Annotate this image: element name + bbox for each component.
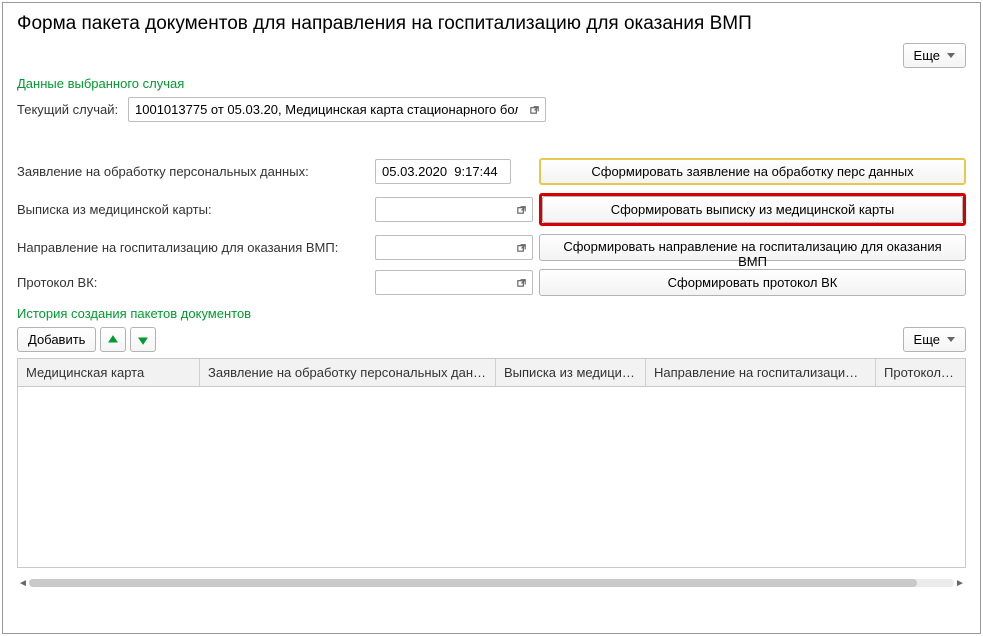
more-button-label: Еще <box>914 48 940 63</box>
open-in-new-icon <box>529 104 540 115</box>
extract-input[interactable] <box>375 197 511 222</box>
statement-input[interactable] <box>375 159 511 184</box>
referral-label: Направление на госпитализацию для оказан… <box>17 240 369 255</box>
current-case-input[interactable] <box>128 97 524 122</box>
arrow-up-icon <box>107 334 119 346</box>
history-toolbar-left: Добавить <box>17 327 156 352</box>
header-toolbar: Еще <box>3 37 980 74</box>
generate-referral-button[interactable]: Сформировать направление на госпитализац… <box>539 234 966 261</box>
open-in-new-icon <box>516 242 527 253</box>
extract-label: Выписка из медицинской карты: <box>17 202 369 217</box>
generate-protocol-button[interactable]: Сформировать протокол ВК <box>539 269 966 296</box>
app-window: Форма пакета документов для направления … <box>2 2 981 634</box>
horizontal-scrollbar[interactable]: ◄ ► <box>17 576 966 590</box>
documents-grid: Заявление на обработку персональных данн… <box>3 156 980 298</box>
protocol-label: Протокол ВК: <box>17 275 369 290</box>
extract-highlight: Сформировать выписку из медицинской карт… <box>539 193 966 226</box>
open-in-new-icon <box>516 277 527 288</box>
history-table-header: Медицинская карта Заявление на обработку… <box>18 359 965 387</box>
scroll-thumb[interactable] <box>29 579 917 587</box>
statement-button-cell: Сформировать заявление на обработку перс… <box>539 158 966 185</box>
add-button[interactable]: Добавить <box>17 327 96 352</box>
history-table-body[interactable] <box>18 387 965 567</box>
scroll-track[interactable] <box>29 579 954 587</box>
chevron-down-icon <box>947 53 955 58</box>
current-case-label: Текущий случай: <box>17 102 122 117</box>
current-case-open-button[interactable] <box>524 97 546 122</box>
col-referral[interactable]: Направление на госпитализацию дл... <box>646 359 876 386</box>
history-toolbar: Добавить Еще <box>3 323 980 358</box>
move-down-button[interactable] <box>130 327 156 352</box>
generate-extract-button[interactable]: Сформировать выписку из медицинской карт… <box>542 196 963 223</box>
referral-input[interactable] <box>375 235 511 260</box>
referral-input-cell <box>375 235 533 260</box>
page-title: Форма пакета документов для направления … <box>17 13 752 35</box>
referral-button-cell: Сформировать направление на госпитализац… <box>539 234 966 261</box>
header: Форма пакета документов для направления … <box>3 3 980 37</box>
history-toolbar-right: Еще <box>903 327 966 352</box>
scroll-right-icon[interactable]: ► <box>954 578 966 589</box>
history-table: Медицинская карта Заявление на обработку… <box>17 358 966 568</box>
extract-button-cell: Сформировать выписку из медицинской карт… <box>539 193 966 226</box>
referral-open-button[interactable] <box>511 235 533 260</box>
col-protocol[interactable]: Протокол ВК <box>876 359 965 386</box>
spacer <box>3 126 980 156</box>
open-in-new-icon <box>516 204 527 215</box>
history-section-title: История создания пакетов документов <box>3 304 980 323</box>
move-up-button[interactable] <box>100 327 126 352</box>
protocol-input[interactable] <box>375 270 511 295</box>
col-med-card[interactable]: Медицинская карта <box>18 359 200 386</box>
protocol-input-cell <box>375 270 533 295</box>
statement-input-cell <box>375 159 533 184</box>
protocol-button-cell: Сформировать протокол ВК <box>539 269 966 296</box>
statement-label: Заявление на обработку персональных данн… <box>17 164 369 179</box>
chevron-down-icon <box>947 337 955 342</box>
protocol-open-button[interactable] <box>511 270 533 295</box>
extract-input-cell <box>375 197 533 222</box>
extract-open-button[interactable] <box>511 197 533 222</box>
col-statement[interactable]: Заявление на обработку персональных данн… <box>200 359 496 386</box>
col-extract[interactable]: Выписка из медицин... <box>496 359 646 386</box>
generate-statement-button[interactable]: Сформировать заявление на обработку перс… <box>539 158 966 185</box>
current-case-row: Текущий случай: <box>3 93 980 126</box>
case-section-title: Данные выбранного случая <box>3 74 980 93</box>
history-more-label: Еще <box>914 332 940 347</box>
arrow-down-icon <box>137 334 149 346</box>
scroll-left-icon[interactable]: ◄ <box>17 578 29 589</box>
current-case-input-group <box>128 97 546 122</box>
more-button[interactable]: Еще <box>903 43 966 68</box>
history-more-button[interactable]: Еще <box>903 327 966 352</box>
